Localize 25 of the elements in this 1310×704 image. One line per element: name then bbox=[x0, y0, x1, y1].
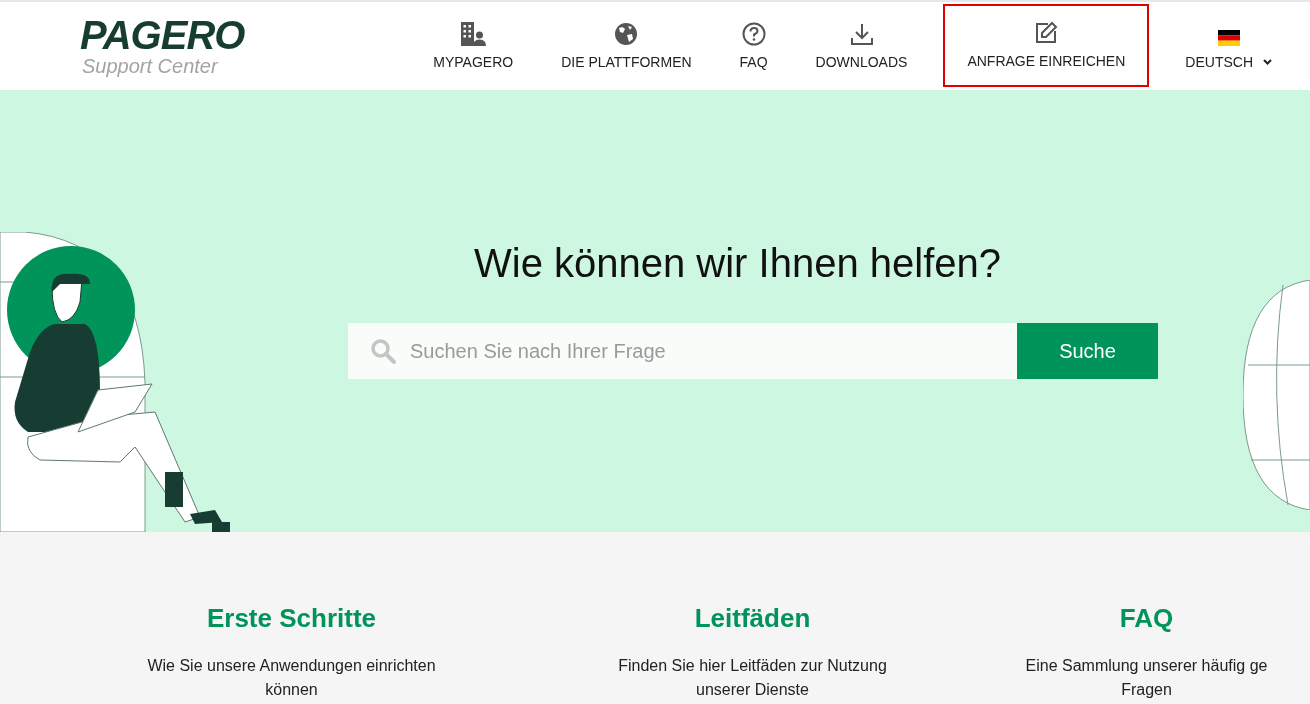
germany-flag-icon bbox=[1217, 29, 1240, 46]
nav-link[interactable]: DEUTSCH bbox=[1161, 4, 1296, 88]
hero-heading: Wie können wir Ihnen helfen? bbox=[473, 240, 1001, 287]
search-field[interactable]: Suchen Sie nach Ihrer Frage bbox=[348, 323, 1017, 379]
card-title[interactable]: Leitfäden bbox=[694, 600, 811, 636]
nav-link[interactable]: ANFRAGE EINREICHEN bbox=[943, 3, 1150, 87]
edit-icon bbox=[1034, 20, 1059, 45]
nav-link[interactable]: MYPAGERO bbox=[409, 4, 538, 88]
card-title[interactable]: FAQ bbox=[1119, 600, 1174, 636]
nav-link[interactable]: DIE PLATTFORMEN bbox=[537, 4, 716, 88]
logo-subtitle: Support Center bbox=[82, 55, 220, 77]
nav-link[interactable]: FAQ bbox=[715, 4, 792, 88]
nav-link[interactable]: DOWNLOADS bbox=[791, 4, 932, 88]
card-description: Eine Sammlung unserer häufig ge Fragen bbox=[1025, 656, 1268, 700]
search-input[interactable]: Suchen Sie nach Ihrer Frage bbox=[410, 336, 1017, 366]
help-icon bbox=[741, 21, 766, 46]
card-description: Finden Sie hier Leitfäden zur Nutzung unserer Dienste bbox=[618, 656, 887, 700]
card-title[interactable]: Erste Schritte bbox=[206, 600, 377, 636]
globe-icon bbox=[614, 21, 639, 46]
search-icon bbox=[370, 338, 396, 364]
logo-wordmark[interactable]: PAGERO bbox=[80, 15, 245, 55]
search-button[interactable]: Suche bbox=[1017, 323, 1158, 379]
download-icon bbox=[849, 21, 874, 46]
building-person-icon bbox=[460, 21, 487, 46]
card-description: Wie Sie unsere Anwendungen einrichten können bbox=[147, 656, 436, 700]
